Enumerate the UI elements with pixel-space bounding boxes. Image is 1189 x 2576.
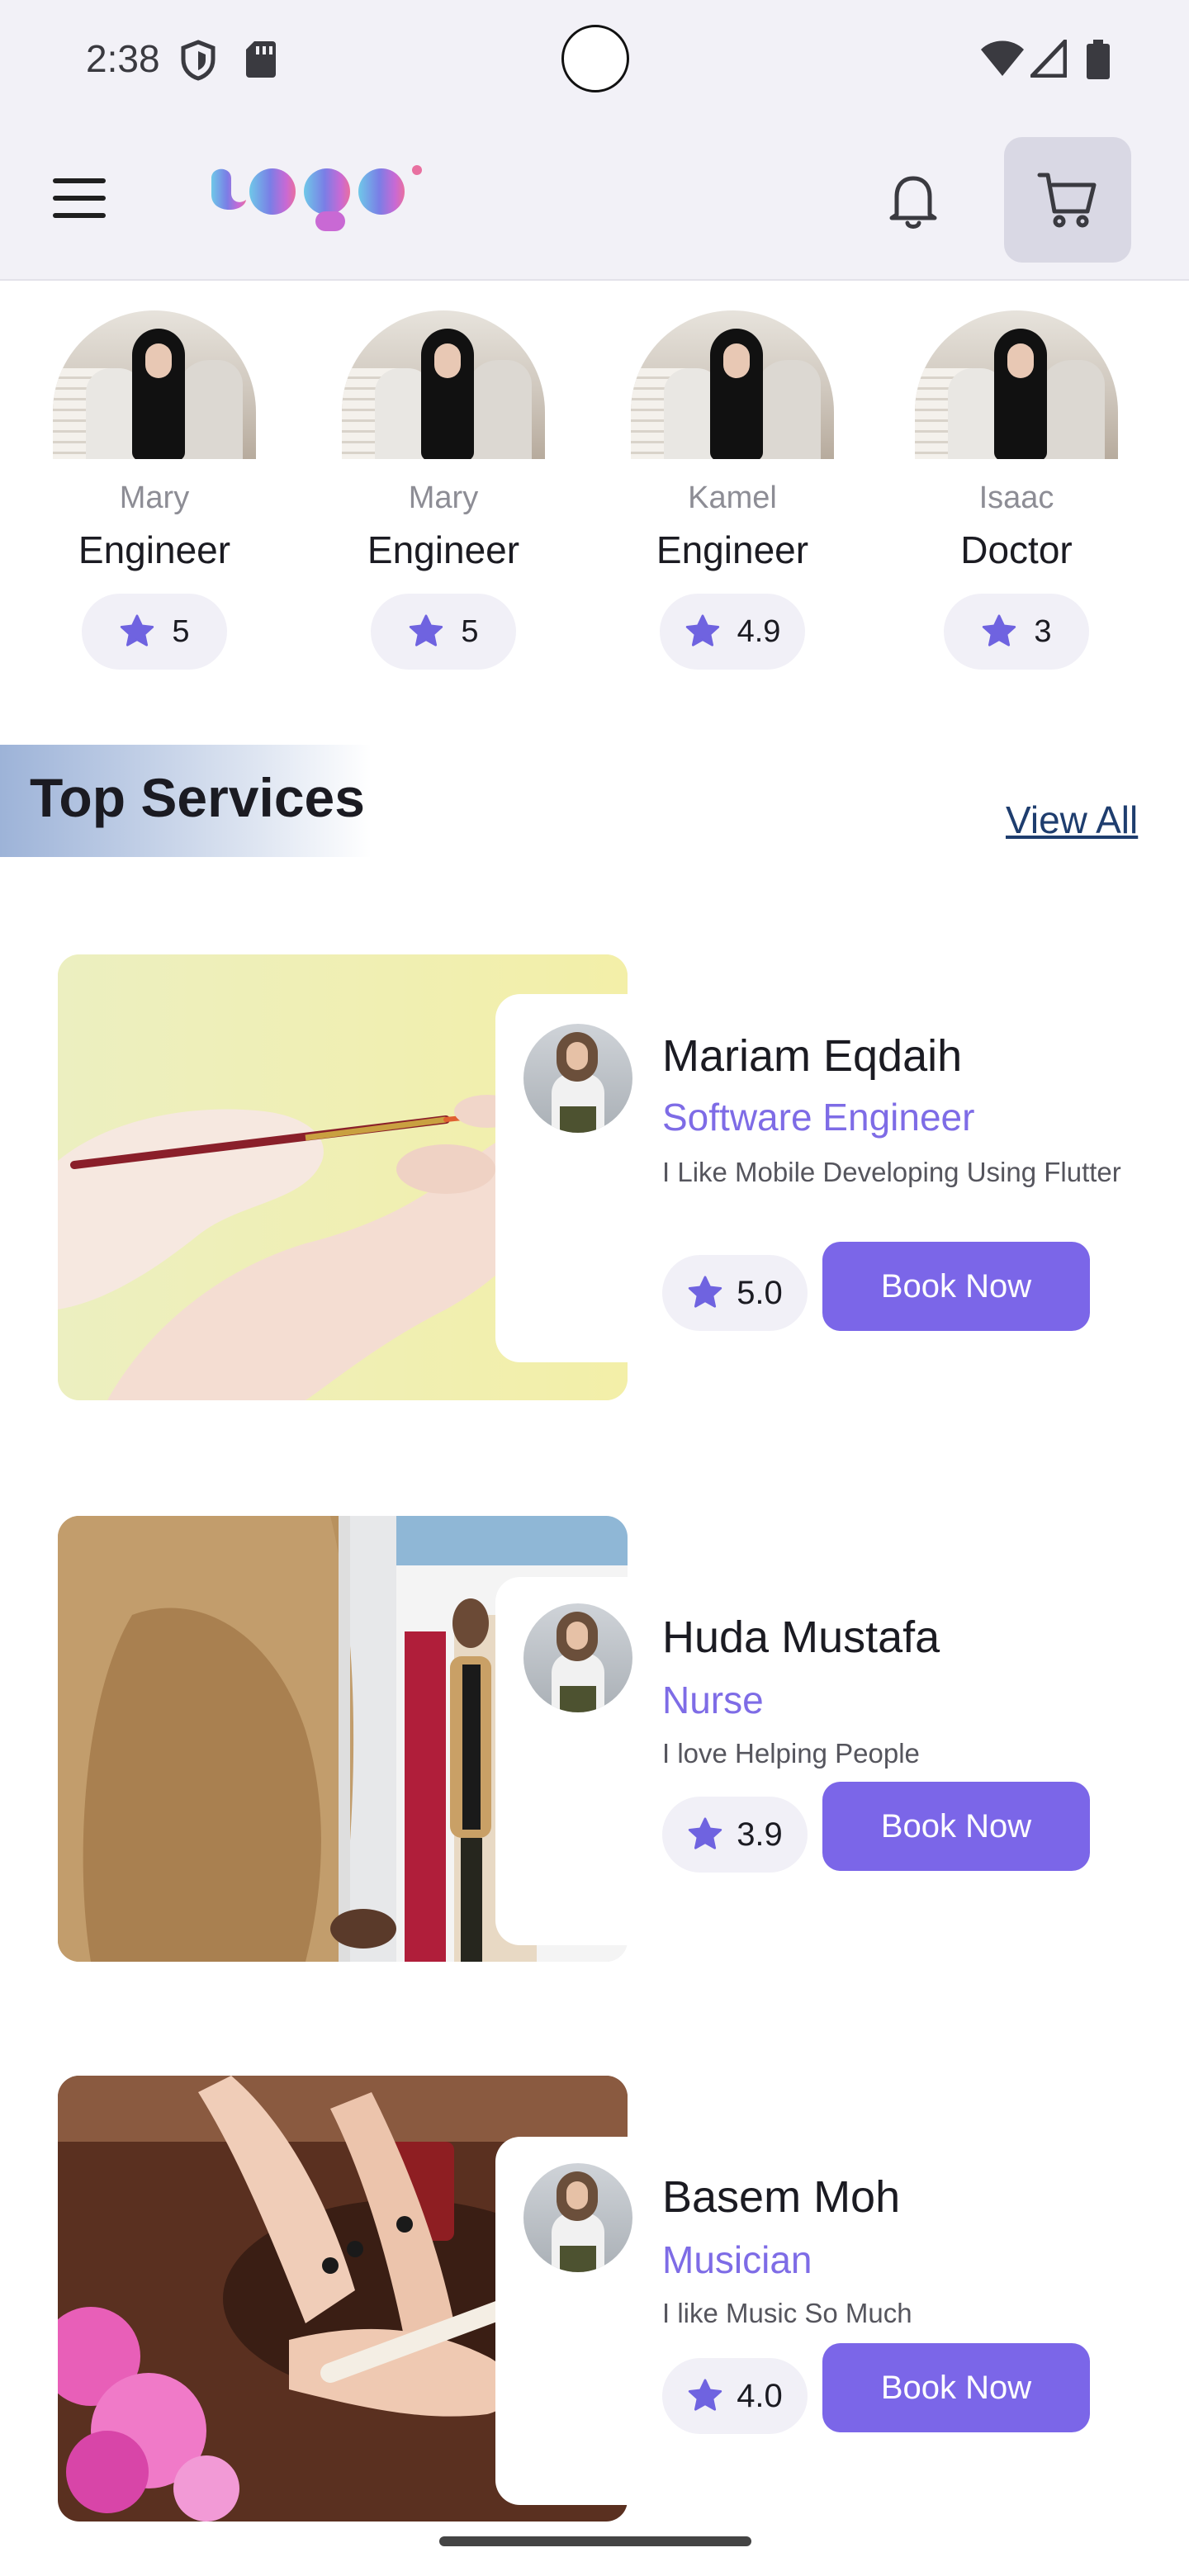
service-card[interactable]: Huda Mustafa Nurse I love Helping People…: [58, 1516, 1131, 1962]
rating-value: 3.9: [737, 1816, 783, 1853]
person-avatar: [342, 310, 545, 459]
app-logo: [211, 165, 422, 231]
person-card[interactable]: Kamel Engineer 4.9: [629, 310, 836, 670]
star-icon: [983, 614, 1016, 646]
rating-value: 5: [172, 613, 190, 649]
provider-avatar: [523, 1024, 632, 1133]
star-icon: [689, 2379, 722, 2411]
provider-name: Huda Mustafa: [662, 1612, 940, 1662]
notification-bell-icon[interactable]: [880, 167, 946, 233]
rating-chip: 4.9: [660, 594, 805, 670]
person-card[interactable]: Mary Engineer 5: [51, 310, 258, 670]
star-icon: [121, 614, 154, 646]
star-icon: [689, 1817, 722, 1849]
person-name: Mary: [408, 481, 479, 515]
rating-value: 4.9: [737, 613, 781, 649]
person-role: Engineer: [656, 528, 809, 571]
service-card[interactable]: Mariam Eqdaih Software Engineer I Like M…: [58, 954, 1131, 1400]
rating-chip: 3.9: [662, 1797, 808, 1873]
provider-description: I Like Mobile Developing Using Flutter: [662, 1157, 1121, 1187]
person-card[interactable]: Mary Engineer 5: [340, 310, 547, 670]
person-avatar: [915, 310, 1118, 459]
rating-value: 4.0: [737, 2377, 783, 2414]
battery-icon: [1087, 40, 1110, 79]
rating-chip: 5: [82, 594, 227, 670]
provider-name: Basem Moh: [662, 2172, 901, 2222]
provider-avatar: [523, 2163, 632, 2272]
person-role: Engineer: [367, 528, 520, 571]
star-icon: [689, 1276, 722, 1308]
person-name: Kamel: [688, 481, 777, 515]
section-title: Top Services: [30, 767, 365, 828]
camera-cutout: [561, 25, 629, 92]
cart-button[interactable]: [1004, 137, 1131, 263]
book-now-button[interactable]: Book Now: [822, 2343, 1090, 2432]
cell-signal-icon: [1030, 40, 1067, 78]
rating-chip: 5: [371, 594, 516, 670]
person-name: Isaac: [978, 481, 1054, 515]
service-card[interactable]: Basem Moh Musician I like Music So Much …: [58, 2076, 1131, 2522]
rating-chip: 5.0: [662, 1255, 808, 1331]
person-avatar: [631, 310, 834, 459]
person-avatar: [53, 310, 256, 459]
provider-role: Software Engineer: [662, 1096, 975, 1139]
status-time: 2:38: [86, 37, 160, 80]
provider-role: Musician: [662, 2238, 812, 2281]
wifi-icon: [981, 40, 1024, 76]
rating-value: 5: [461, 613, 479, 649]
person-role: Engineer: [78, 528, 231, 571]
shield-icon: [181, 40, 216, 81]
provider-description: I like Music So Much: [662, 2298, 912, 2328]
sd-card-icon: [246, 41, 276, 78]
cart-icon: [1037, 173, 1097, 228]
person-card[interactable]: Isaac Doctor 3: [913, 310, 1120, 670]
view-all-link[interactable]: View All: [1006, 798, 1138, 842]
book-now-button[interactable]: Book Now: [822, 1782, 1090, 1871]
provider-role: Nurse: [662, 1679, 764, 1721]
app-header: 2:38: [0, 0, 1189, 281]
provider-name: Mariam Eqdaih: [662, 1031, 963, 1081]
menu-icon[interactable]: [53, 178, 106, 218]
provider-avatar: [523, 1603, 632, 1712]
person-role: Doctor: [960, 528, 1073, 571]
book-now-button[interactable]: Book Now: [822, 1242, 1090, 1331]
rating-chip: 4.0: [662, 2358, 808, 2434]
rating-value: 3: [1034, 613, 1052, 649]
person-name: Mary: [119, 481, 190, 515]
rating-chip: 3: [944, 594, 1089, 670]
star-icon: [685, 614, 719, 646]
provider-description: I love Helping People: [662, 1738, 920, 1769]
home-indicator[interactable]: [439, 2536, 751, 2546]
rating-value: 5.0: [737, 1274, 783, 1311]
star-icon: [410, 614, 443, 646]
